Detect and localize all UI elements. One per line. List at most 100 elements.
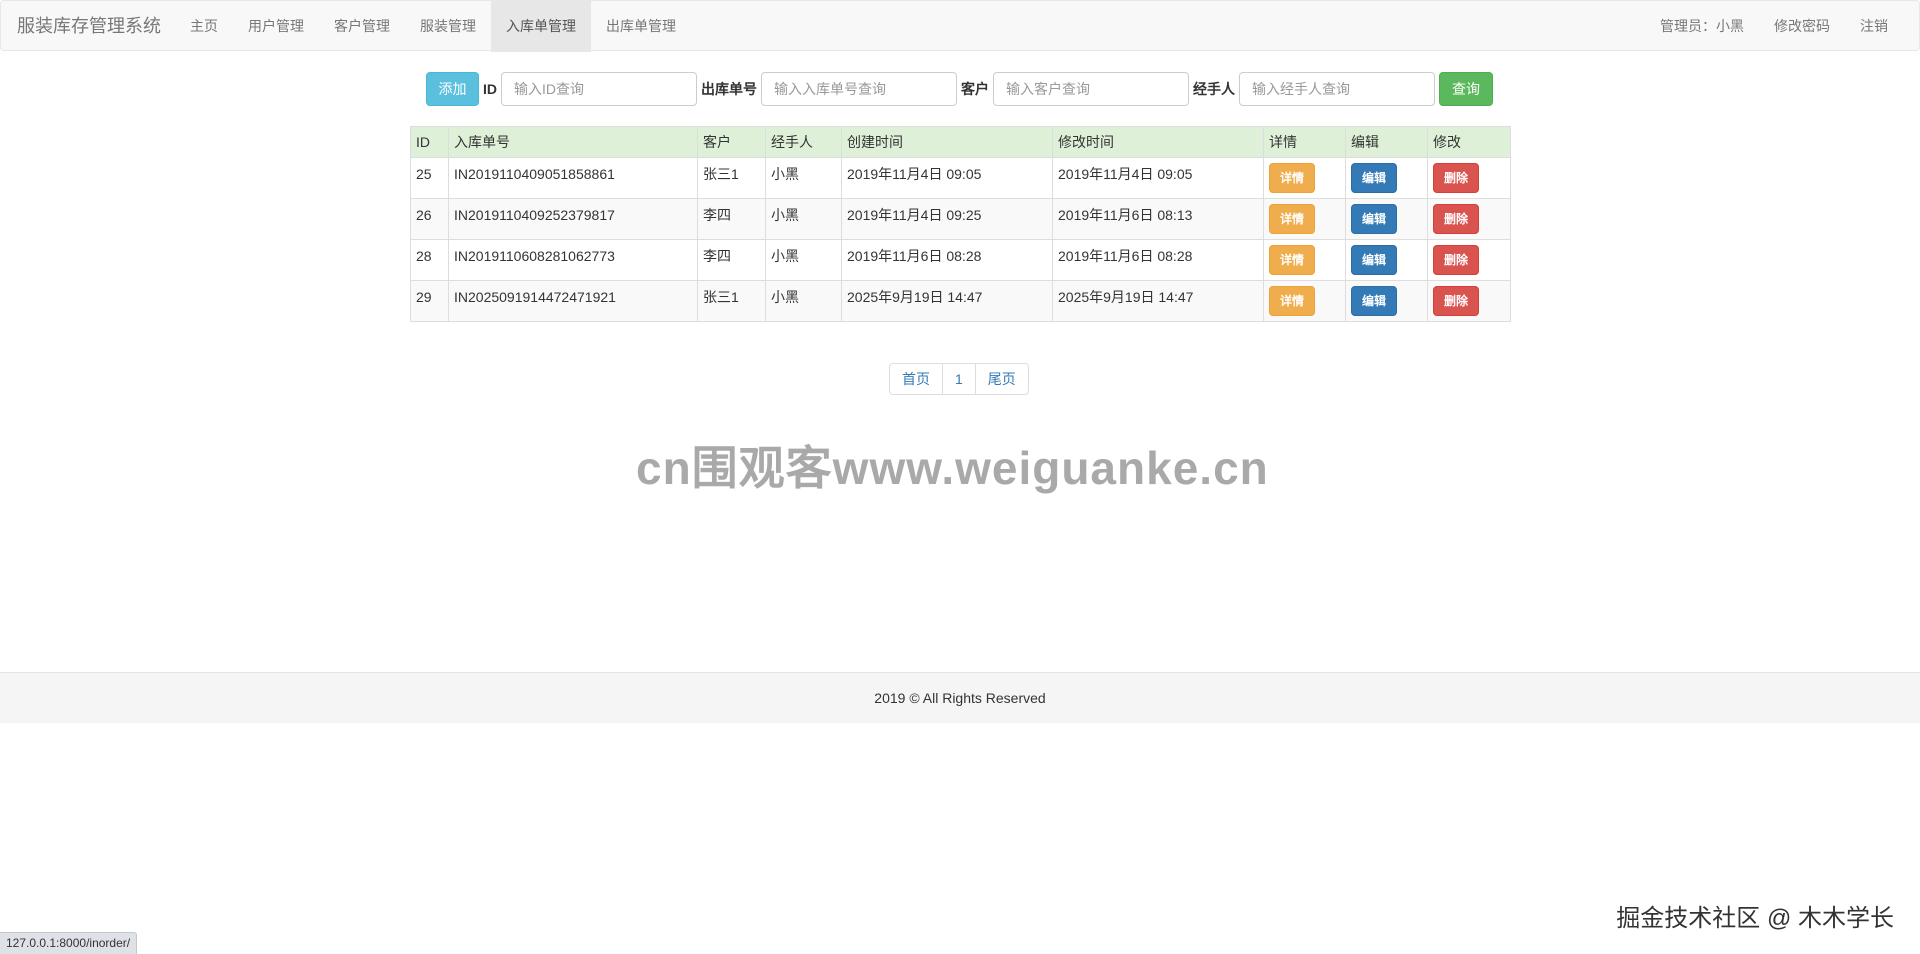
cell-order-no: IN2019110409252379817 — [448, 198, 698, 240]
handler-value: 小黑 — [771, 248, 799, 264]
created-value: 2019年11月4日 09:05 — [847, 166, 982, 182]
footer: 2019 © All Rights Reserved — [0, 672, 1920, 723]
nav-user-menu: 管理员：小黑 修改密码 注销 — [1645, 1, 1903, 52]
navbar: 服装库存管理系统 主页 用户管理 客户管理 服装管理 入库单管理 出库单管理 管… — [0, 0, 1920, 52]
delete-button[interactable]: 删除 — [1433, 245, 1479, 275]
cell-created: 2025年9月19日 14:47 — [841, 280, 1053, 322]
cell-detail: 详情 — [1263, 239, 1346, 281]
nav-item-outbound-orders[interactable]: 出库单管理 — [591, 1, 691, 52]
edit-button[interactable]: 编辑 — [1351, 163, 1397, 193]
cell-handler: 小黑 — [765, 157, 842, 199]
cell-customer: 李四 — [697, 198, 766, 240]
cell-created: 2019年11月6日 08:28 — [841, 239, 1053, 281]
cell-handler: 小黑 — [765, 280, 842, 322]
id-label: ID — [483, 81, 497, 97]
delete-button[interactable]: 删除 — [1433, 204, 1479, 234]
inbound-orders-table: ID 入库单号 客户 经手人 创建时间 修改时间 详情 编辑 修改 25 IN2… — [410, 126, 1511, 322]
detail-button[interactable]: 详情 — [1269, 163, 1315, 193]
cell-delete: 删除 — [1427, 198, 1511, 240]
delete-button[interactable]: 删除 — [1433, 163, 1479, 193]
cell-id: 28 — [410, 239, 449, 281]
customer-value: 李四 — [703, 248, 731, 264]
handler-search-input[interactable] — [1239, 72, 1435, 106]
table-row: 25 IN2019110409051858861 张三1 小黑 2019年11月… — [410, 157, 1511, 199]
delete-button[interactable]: 删除 — [1433, 286, 1479, 316]
nav-item-users[interactable]: 用户管理 — [233, 1, 319, 52]
edit-button[interactable]: 编辑 — [1351, 245, 1397, 275]
footer-copyright: 2019 © All Rights Reserved — [874, 690, 1046, 706]
detail-button[interactable]: 详情 — [1269, 286, 1315, 316]
handler-value: 小黑 — [771, 207, 799, 223]
created-value: 2019年11月6日 08:28 — [847, 248, 982, 264]
cell-modified: 2019年11月6日 08:13 — [1052, 198, 1264, 240]
add-button[interactable]: 添加 — [426, 72, 479, 106]
pagination: 首页 1 尾页 — [889, 363, 1029, 395]
first-page-link[interactable]: 首页 — [889, 363, 943, 395]
detail-button[interactable]: 详情 — [1269, 204, 1315, 234]
header-handler: 经手人 — [765, 126, 842, 158]
order-no-value: IN2019110608281062773 — [454, 248, 615, 264]
detail-button[interactable]: 详情 — [1269, 245, 1315, 275]
modified-value: 2019年11月6日 08:13 — [1058, 207, 1193, 223]
handler-label: 经手人 — [1193, 81, 1235, 97]
cell-modified: 2025年9月19日 14:47 — [1052, 280, 1264, 322]
cell-detail: 详情 — [1263, 280, 1346, 322]
last-page-link[interactable]: 尾页 — [974, 363, 1029, 395]
order-no-value: IN2019110409051858861 — [454, 166, 615, 182]
cell-edit: 编辑 — [1345, 280, 1428, 322]
table-row: 29 IN2025091914472471921 张三1 小黑 2025年9月1… — [410, 280, 1511, 322]
handler-value: 小黑 — [771, 166, 799, 182]
search-form: 添加 ID 出库单号 客户 经手人 查询 — [426, 71, 1493, 107]
header-customer: 客户 — [697, 126, 766, 158]
cell-detail: 详情 — [1263, 157, 1346, 199]
admin-name[interactable]: 管理员：小黑 — [1645, 1, 1759, 52]
header-created: 创建时间 — [841, 126, 1053, 158]
created-value: 2025年9月19日 14:47 — [847, 289, 983, 305]
site-watermark: cn围观客www.weiguanke.cn — [636, 442, 1269, 494]
order-no-label: 出库单号 — [701, 81, 757, 97]
cell-delete: 删除 — [1427, 157, 1511, 199]
nav-menu: 主页 用户管理 客户管理 服装管理 入库单管理 出库单管理 — [175, 1, 691, 52]
nav-item-inbound-orders[interactable]: 入库单管理 — [491, 1, 591, 52]
cell-customer: 张三1 — [697, 157, 766, 199]
header-modify: 修改 — [1427, 126, 1511, 158]
nav-item-customers[interactable]: 客户管理 — [319, 1, 405, 52]
cell-id: 25 — [410, 157, 449, 199]
status-bar-url: 127.0.0.1:8000/inorder/ — [0, 932, 138, 954]
created-value: 2019年11月4日 09:25 — [847, 207, 982, 223]
id-search-input[interactable] — [501, 72, 697, 106]
header-order-no: 入库单号 — [448, 126, 698, 158]
cell-modified: 2019年11月4日 09:05 — [1052, 157, 1264, 199]
cell-edit: 编辑 — [1345, 239, 1428, 281]
edit-button[interactable]: 编辑 — [1351, 204, 1397, 234]
logout-link[interactable]: 注销 — [1845, 1, 1903, 52]
cell-customer: 张三1 — [697, 280, 766, 322]
author-watermark: 掘金技术社区 @ 木木学长 — [1616, 905, 1894, 932]
brand-title[interactable]: 服装库存管理系统 — [17, 1, 161, 52]
table-row: 26 IN2019110409252379817 李四 小黑 2019年11月4… — [410, 198, 1511, 240]
customer-value: 李四 — [703, 207, 731, 223]
customer-value: 张三1 — [703, 166, 739, 182]
customer-search-input[interactable] — [993, 72, 1189, 106]
cell-detail: 详情 — [1263, 198, 1346, 240]
id-value: 28 — [416, 248, 432, 264]
cell-order-no: IN2019110409051858861 — [448, 157, 698, 199]
handler-value: 小黑 — [771, 289, 799, 305]
cell-handler: 小黑 — [765, 239, 842, 281]
query-button[interactable]: 查询 — [1439, 72, 1493, 106]
cell-delete: 删除 — [1427, 239, 1511, 281]
cell-created: 2019年11月4日 09:25 — [841, 198, 1053, 240]
table-header-row: ID 入库单号 客户 经手人 创建时间 修改时间 详情 编辑 修改 — [410, 126, 1511, 158]
cell-handler: 小黑 — [765, 198, 842, 240]
cell-order-no: IN2019110608281062773 — [448, 239, 698, 281]
cell-customer: 李四 — [697, 239, 766, 281]
nav-item-home[interactable]: 主页 — [175, 1, 233, 52]
order-no-search-input[interactable] — [761, 72, 957, 106]
cell-id: 26 — [410, 198, 449, 240]
change-password-link[interactable]: 修改密码 — [1759, 1, 1845, 52]
nav-item-clothing[interactable]: 服装管理 — [405, 1, 491, 52]
order-no-value: IN2025091914472471921 — [454, 289, 616, 305]
id-value: 25 — [416, 166, 432, 182]
edit-button[interactable]: 编辑 — [1351, 286, 1397, 316]
page-1-link[interactable]: 1 — [942, 363, 976, 395]
